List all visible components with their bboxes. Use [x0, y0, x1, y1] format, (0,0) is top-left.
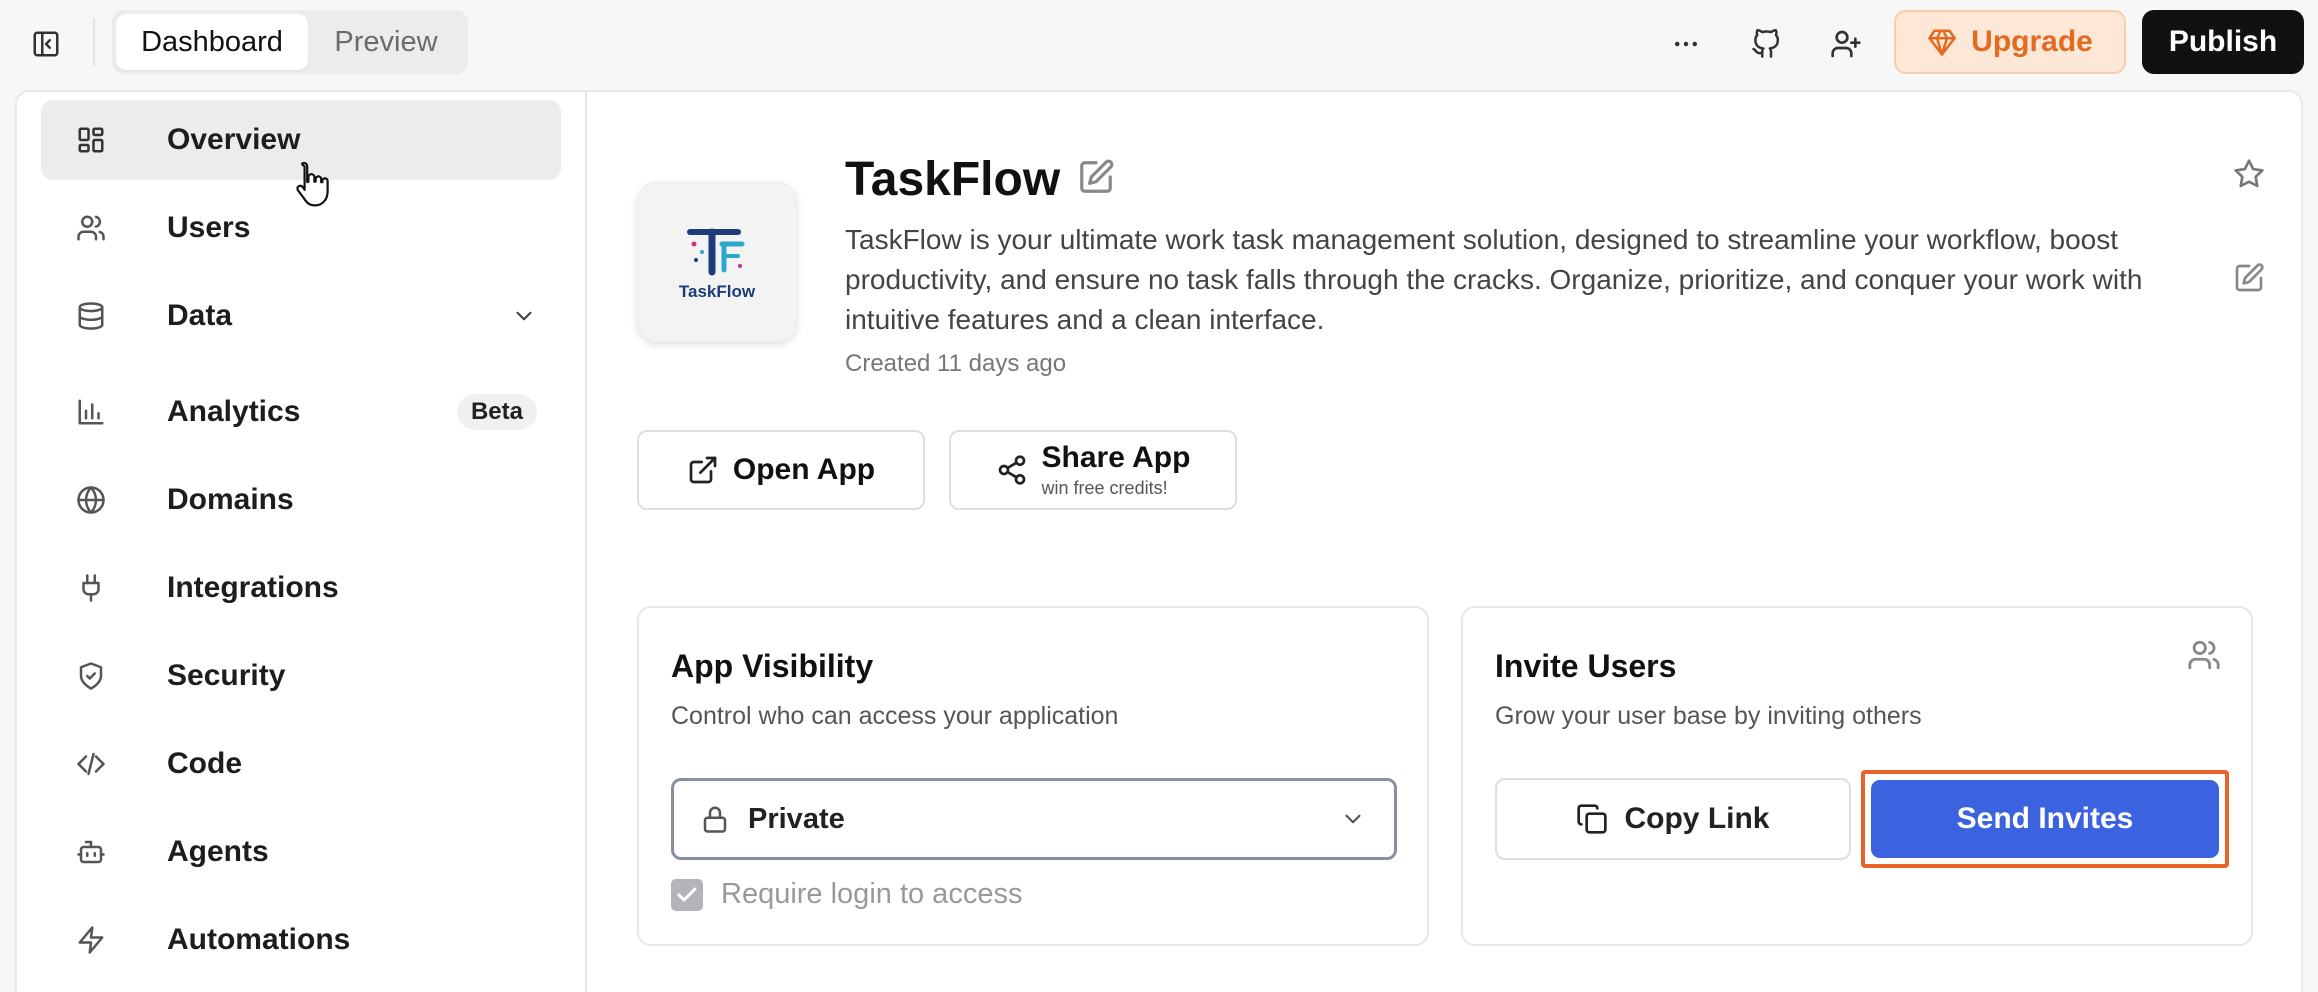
card-title: App Visibility	[671, 648, 874, 684]
sidebar-item-label: Data	[167, 299, 233, 332]
share-app-text: Share App win free credits!	[1041, 441, 1191, 498]
require-login-row: Require login to access	[671, 878, 1022, 911]
users-icon	[2187, 638, 2221, 672]
add-user-button[interactable]	[1822, 20, 1870, 68]
upgrade-button[interactable]: Upgrade	[1894, 10, 2126, 74]
code-icon	[73, 746, 109, 782]
copy-icon	[1577, 804, 1608, 834]
star-icon	[2234, 159, 2264, 188]
external-link-icon	[689, 456, 717, 484]
more-button[interactable]	[1662, 20, 1710, 68]
check-icon	[677, 887, 697, 901]
invite-users-card: Invite Users Grow your user base by invi…	[1461, 606, 2253, 946]
sidebar-toggle-icon	[33, 31, 59, 57]
created-date: Created 11 days ago	[845, 350, 1067, 377]
sidebar-item-label: Overview	[167, 123, 301, 156]
visibility-value: Private	[748, 802, 845, 835]
github-icon	[1752, 29, 1780, 58]
gem-icon	[1928, 29, 1956, 56]
view-switcher: Dashboard Preview	[112, 10, 468, 74]
divider	[93, 18, 95, 66]
sidebar-item-domains[interactable]: Domains	[41, 460, 561, 540]
taskflow-logo-icon	[687, 228, 745, 276]
require-login-label: Require login to access	[721, 878, 1023, 910]
app-logo-text: TaskFlow	[678, 282, 756, 301]
upgrade-label: Upgrade	[1971, 25, 2093, 58]
open-app-label: Open App	[732, 453, 876, 486]
more-horizontal-icon	[1675, 41, 1697, 47]
database-icon	[73, 298, 109, 334]
bot-icon	[73, 834, 109, 870]
copy-link-button[interactable]: Copy Link	[1495, 778, 1851, 860]
publish-button[interactable]: Publish	[2142, 10, 2304, 74]
card-subtitle: Grow your user base by inviting others	[1495, 702, 1922, 730]
send-invites-highlight: Send Invites	[1861, 770, 2229, 868]
app-title: TaskFlow	[845, 153, 1061, 206]
sidebar-item-automations[interactable]: Automations	[41, 900, 561, 980]
copy-link-label: Copy Link	[1624, 802, 1770, 835]
sidebar-item-label: Automations	[167, 923, 351, 956]
sidebar-item-label: Integrations	[167, 571, 339, 604]
sidebar-item-label: Code	[167, 747, 242, 780]
require-login-checkbox[interactable]	[671, 878, 703, 911]
shield-check-icon	[73, 658, 109, 694]
sidebar-item-integrations[interactable]: Integrations	[41, 548, 561, 628]
bar-chart-icon	[73, 394, 109, 430]
edit-icon	[1080, 159, 1114, 193]
zap-icon	[73, 922, 109, 958]
sidebar-item-code[interactable]: Code	[41, 724, 561, 804]
send-invites-button[interactable]: Send Invites	[1871, 780, 2219, 858]
share-app-label: Share App	[1041, 441, 1191, 474]
app-visibility-card: App Visibility Control who can access yo…	[637, 606, 1429, 946]
sidebar-item-security[interactable]: Security	[41, 636, 561, 716]
sidebar-item-data[interactable]: Data	[41, 276, 561, 356]
layout-grid-icon	[73, 122, 109, 158]
edit-description-button[interactable]	[2233, 262, 2265, 294]
favorite-button[interactable]	[2233, 158, 2265, 190]
plug-icon	[73, 570, 109, 606]
sidebar-toggle-button[interactable]	[24, 22, 68, 66]
sidebar-item-analytics[interactable]: Analytics Beta	[41, 372, 561, 452]
share-app-sublabel: win free credits!	[1041, 478, 1168, 498]
tab-preview[interactable]: Preview	[308, 14, 464, 70]
sidebar-item-label: Analytics	[167, 395, 301, 428]
users-icon	[73, 210, 109, 246]
sidebar-item-label: Domains	[167, 483, 294, 516]
edit-title-button[interactable]	[1077, 158, 1115, 196]
sidebar-item-agents[interactable]: Agents	[41, 812, 561, 892]
visibility-select[interactable]: Private	[671, 778, 1397, 860]
sidebar: Overview Users Data Analytics Beta Domai…	[15, 90, 587, 992]
github-button[interactable]	[1742, 20, 1790, 68]
card-subtitle: Control who can access your application	[671, 702, 1119, 730]
sidebar-item-label: Agents	[167, 835, 269, 868]
app-logo: TaskFlow	[637, 182, 797, 342]
main-panel: TaskFlow TaskFlow TaskFlow is your ultim…	[587, 90, 2303, 992]
app-description: TaskFlow is your ultimate work task mana…	[845, 224, 2143, 335]
chevron-down-icon	[1340, 806, 1366, 832]
share-icon	[998, 455, 1025, 485]
user-plus-icon	[1831, 30, 1861, 58]
chevron-down-icon[interactable]	[511, 303, 537, 329]
lock-icon	[700, 804, 730, 834]
open-app-button[interactable]: Open App	[637, 430, 925, 510]
sidebar-item-label: Security	[167, 659, 286, 692]
sidebar-item-label: Users	[167, 211, 251, 244]
edit-icon	[2235, 263, 2264, 292]
tab-dashboard[interactable]: Dashboard	[116, 14, 308, 70]
top-bar: Dashboard Preview Upgrade Publish	[0, 0, 2318, 90]
globe-icon	[73, 482, 109, 518]
beta-badge: Beta	[456, 394, 537, 430]
share-app-button[interactable]: Share App win free credits!	[949, 430, 1237, 510]
card-title: Invite Users	[1495, 648, 1677, 684]
hand-cursor-icon	[296, 161, 329, 207]
